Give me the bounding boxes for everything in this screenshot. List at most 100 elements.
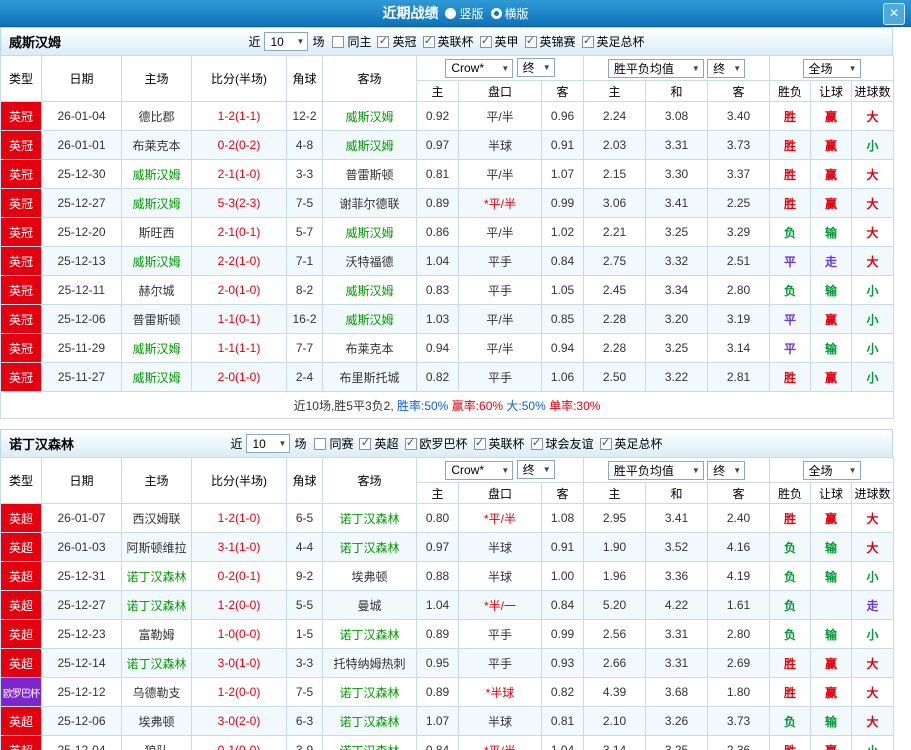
- odds-company-select[interactable]: Crow* ▼: [445, 58, 514, 78]
- select-label: 终: [522, 61, 535, 76]
- league-filter-checkbox[interactable]: ✓ 英联杯: [422, 33, 474, 50]
- col-corner: 角球: [286, 457, 323, 504]
- col-score: 比分(半场): [191, 55, 287, 102]
- league-filter-checkbox[interactable]: ✓ 英联杯: [473, 435, 525, 452]
- odds-company-select[interactable]: Crow* ▼: [445, 460, 514, 480]
- away-team[interactable]: 布里斯托城: [322, 362, 417, 392]
- draw-odds: 3.31: [645, 130, 708, 160]
- league-filter-checkbox[interactable]: ✓ 英足总杯: [581, 33, 645, 50]
- col-handicap-away: 客: [541, 482, 584, 504]
- home-team[interactable]: 威斯汉姆: [121, 246, 192, 276]
- league-badge-text: 英超: [9, 744, 33, 750]
- handicap-away-odds: 0.99: [541, 619, 584, 649]
- home-team[interactable]: 赫尔城: [121, 275, 192, 305]
- match-row: 英冠 26-01-04 德比郡 1-2(1-1) 12-2 威斯汉姆 0.92 …: [0, 101, 895, 131]
- league-filter-checkbox[interactable]: ✓ 球会友谊: [530, 435, 594, 452]
- away-team[interactable]: 布莱克本: [322, 333, 417, 363]
- home-team[interactable]: 富勒姆: [121, 619, 192, 649]
- away-team[interactable]: 诺丁汉森林: [322, 532, 417, 562]
- chevron-down-icon: ▼: [733, 63, 742, 73]
- matches-table: 类型 日期 主场 比分(半场) 角球 客场 Crow* ▼ 终 ▼ 胜平负均值 ▼ 终…: [0, 55, 895, 419]
- close-icon[interactable]: ✕: [883, 3, 905, 25]
- away-team[interactable]: 诺丁汉森林: [322, 735, 417, 750]
- radio-horizontal-layout[interactable]: 横版: [490, 5, 529, 22]
- handicap-away-odds: 0.84: [541, 246, 584, 276]
- handicap-home-odds: 0.95: [416, 648, 459, 678]
- league-badge-text: 英冠: [8, 167, 33, 182]
- corner-count: 5-5: [286, 590, 323, 620]
- scope-select[interactable]: 全场 ▼: [802, 460, 861, 480]
- final-odds-select[interactable]: 终 ▼: [707, 58, 746, 78]
- league-filter-checkbox[interactable]: ✓ 英冠: [377, 33, 417, 50]
- home-team[interactable]: 威斯汉姆: [121, 362, 192, 392]
- league-filter-checkbox[interactable]: ✓ 英足总杯: [599, 435, 663, 452]
- result-cell: 平: [769, 246, 812, 276]
- record-summary: 近10场,胜5平3负2, 胜率:50% 赢率:60% 大:50% 单率:30%: [0, 391, 895, 419]
- final-odds-select[interactable]: 终 ▼: [516, 58, 555, 78]
- home-team[interactable]: 威斯汉姆: [121, 188, 192, 218]
- result-cell: 负: [769, 590, 812, 620]
- home-team[interactable]: 乌德勒支: [121, 677, 192, 707]
- away-team[interactable]: 威斯汉姆: [322, 101, 417, 131]
- away-team[interactable]: 诺丁汉森林: [322, 619, 417, 649]
- avg-odds-select[interactable]: 胜平负均值 ▼: [607, 58, 704, 78]
- handicap-line: 半球: [458, 706, 542, 736]
- away-team[interactable]: 诺丁汉森林: [322, 706, 417, 736]
- away-team[interactable]: 谢菲尔德联: [322, 188, 417, 218]
- lose-odds: 4.19: [706, 561, 771, 591]
- away-team[interactable]: 威斯汉姆: [322, 275, 417, 305]
- league-filter-checkbox[interactable]: ✓ 英锦赛: [524, 33, 576, 50]
- radio-vertical-layout[interactable]: 竖版: [445, 5, 484, 22]
- league-filter-checkbox[interactable]: ✓ 英甲: [479, 33, 519, 50]
- scope-select[interactable]: 全场 ▼: [802, 58, 861, 78]
- league-filter-checkbox[interactable]: ✓ 欧罗巴杯: [404, 435, 468, 452]
- away-team[interactable]: 诺丁汉森林: [322, 503, 417, 533]
- league-filter-checkbox[interactable]: 同主: [332, 33, 371, 50]
- draw-odds: 3.52: [645, 532, 708, 562]
- match-row: 英超 25-12-31 诺丁汉森林 0-2(0-1) 9-2 埃弗顿 0.88 …: [0, 561, 895, 591]
- away-team[interactable]: 威斯汉姆: [322, 304, 417, 334]
- home-team[interactable]: 诺丁汉森林: [121, 648, 192, 678]
- match-count-select[interactable]: 10 ▼: [264, 32, 309, 51]
- win-odds: 2.50: [583, 362, 646, 392]
- home-team[interactable]: 诺丁汉森林: [121, 590, 192, 620]
- home-team[interactable]: 德比郡: [121, 101, 192, 131]
- away-team[interactable]: 沃特福德: [322, 246, 417, 276]
- away-team[interactable]: 诺丁汉森林: [322, 677, 417, 707]
- home-team[interactable]: 埃弗顿: [121, 706, 192, 736]
- away-team[interactable]: 威斯汉姆: [322, 130, 417, 160]
- home-team[interactable]: 诺丁汉森林: [121, 561, 192, 591]
- away-team[interactable]: 曼城: [322, 590, 417, 620]
- handicap-home-odds: 0.81: [416, 159, 459, 189]
- col-corner: 角球: [286, 55, 323, 102]
- draw-odds: 3.32: [645, 246, 708, 276]
- final-odds-select[interactable]: 终 ▼: [516, 460, 555, 480]
- corner-count: 2-4: [286, 362, 323, 392]
- home-team[interactable]: 普雷斯顿: [121, 304, 192, 334]
- away-team[interactable]: 普雷斯顿: [322, 159, 417, 189]
- home-team[interactable]: 西汉姆联: [121, 503, 192, 533]
- corner-count: 3-9: [286, 735, 323, 750]
- home-team[interactable]: 威斯汉姆: [121, 159, 192, 189]
- draw-odds: 3.08: [645, 101, 708, 131]
- league-badge-text: 英冠: [8, 341, 33, 356]
- home-team[interactable]: 阿斯顿维拉: [121, 532, 192, 562]
- away-team[interactable]: 埃弗顿: [322, 561, 417, 591]
- goals-result-cell: 小: [851, 130, 895, 160]
- league-filter-checkbox[interactable]: ✓ 英超: [359, 435, 399, 452]
- section-westham: 威斯汉姆 近 10 ▼ 场 同主 ✓ 英冠 ✓ 英联杯 ✓ 英甲 ✓ 英锦赛 ✓ …: [0, 27, 895, 419]
- scope-controls: 全场 ▼: [769, 457, 895, 483]
- home-team[interactable]: 布莱克本: [121, 130, 192, 160]
- away-team[interactable]: 威斯汉姆: [322, 217, 417, 247]
- home-team[interactable]: 斯旺西: [121, 217, 192, 247]
- final-odds-select[interactable]: 终 ▼: [707, 460, 746, 480]
- league-filter-checkbox[interactable]: 同赛: [314, 435, 353, 452]
- result-cell: 胜: [769, 735, 812, 750]
- home-team[interactable]: 狼队: [121, 735, 192, 750]
- avg-odds-select[interactable]: 胜平负均值 ▼: [607, 460, 704, 480]
- home-team[interactable]: 威斯汉姆: [121, 333, 192, 363]
- match-count-select[interactable]: 10 ▼: [246, 434, 291, 453]
- away-team[interactable]: 托特纳姆热刺: [322, 648, 417, 678]
- handicap-away-odds: 1.02: [541, 217, 584, 247]
- chevron-down-icon: ▼: [501, 465, 510, 475]
